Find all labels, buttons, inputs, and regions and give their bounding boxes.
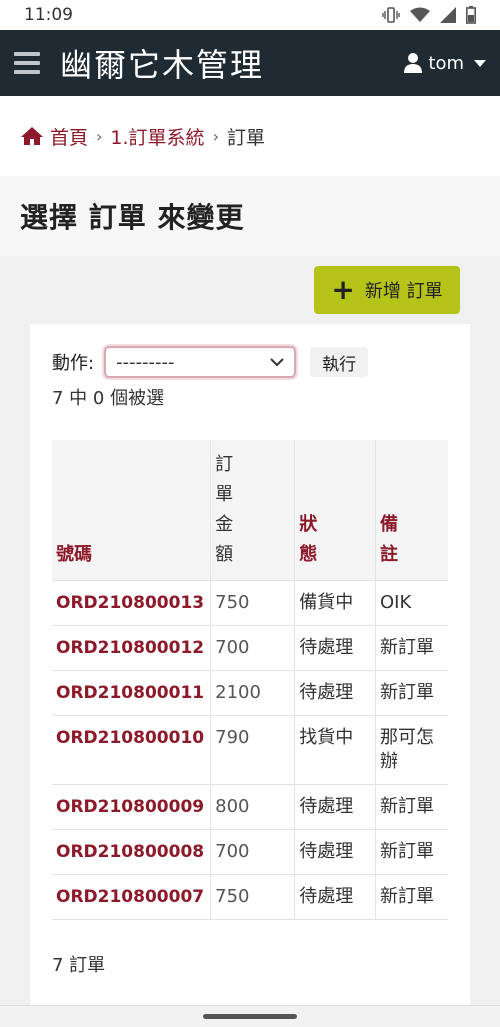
breadcrumb-home[interactable]: 首頁	[50, 123, 88, 150]
order-id-link[interactable]: ORD210800010	[52, 715, 211, 785]
order-note: 新訂單	[374, 625, 448, 671]
order-amount: 750	[210, 874, 295, 920]
order-id-link[interactable]: ORD210800012	[52, 625, 211, 671]
order-amount: 800	[210, 784, 295, 830]
table-row: ORD210800010 790 找貨中 那可怎 辦	[52, 715, 448, 785]
order-amount: 750	[210, 580, 295, 626]
table-row: ORD210800013 750 備貨中 OIK	[52, 580, 448, 626]
column-header-number[interactable]: 號碼	[52, 440, 211, 581]
order-note: 那可怎 辦	[374, 715, 448, 785]
order-status: 待處理	[294, 670, 376, 716]
table-row: ORD210800008 700 待處理 新訂單	[52, 829, 448, 875]
order-status: 待處理	[294, 829, 376, 875]
content-area: + 新增 訂單 動作: --------- 執行 7 中 0 個被選 號碼 訂 …	[0, 256, 500, 1024]
order-note: 新訂單	[374, 874, 448, 920]
order-id-link[interactable]: ORD210800008	[52, 829, 211, 875]
home-icon[interactable]	[20, 126, 44, 146]
table-row: ORD210800011 2100 待處理 新訂單	[52, 670, 448, 716]
run-action-button[interactable]: 執行	[310, 347, 369, 377]
column-header-amount: 訂 單 金 額	[210, 440, 295, 581]
chevron-down-icon	[474, 59, 486, 67]
order-note: 新訂單	[374, 784, 448, 830]
table-row: ORD210800012 700 待處理 新訂單	[52, 625, 448, 671]
order-note: OIK	[374, 580, 448, 626]
wifi-icon	[410, 7, 430, 22]
home-gesture-handle[interactable]	[203, 1014, 297, 1019]
table-header-row: 號碼 訂 單 金 額 狀 態 備 註	[52, 440, 448, 581]
order-note: 新訂單	[374, 670, 448, 716]
breadcrumb: 首頁 › 1.訂單系統 › 訂單	[0, 96, 500, 176]
order-amount: 2100	[210, 670, 295, 716]
order-status: 備貨中	[294, 580, 376, 626]
order-status: 待處理	[294, 874, 376, 920]
selection-counter: 7 中 0 個被選	[52, 388, 165, 409]
order-id-link[interactable]: ORD210800007	[52, 874, 211, 920]
action-select[interactable]: ---------	[104, 346, 297, 378]
breadcrumb-separator: ›	[212, 126, 219, 146]
user-icon	[404, 53, 423, 73]
page-title: 選擇 訂單 來變更	[20, 201, 245, 234]
breadcrumb-separator: ›	[96, 126, 103, 146]
add-order-label: 新增 訂單	[364, 281, 443, 302]
column-header-status[interactable]: 狀 態	[294, 440, 376, 581]
signal-icon	[440, 7, 456, 23]
app-title[interactable]: 幽爾它木管理	[60, 40, 404, 86]
changelist-panel: 動作: --------- 執行 7 中 0 個被選 號碼 訂 單 金 額 狀 …	[30, 324, 470, 1024]
table-row: ORD210800009 800 待處理 新訂單	[52, 784, 448, 830]
order-amount: 790	[210, 715, 295, 785]
battery-icon	[466, 6, 476, 24]
add-order-button[interactable]: + 新增 訂單	[314, 266, 460, 314]
username: tom	[428, 52, 464, 74]
action-label: 動作:	[52, 353, 95, 374]
user-menu[interactable]: tom	[404, 53, 486, 74]
column-header-note[interactable]: 備 註	[374, 440, 448, 581]
result-count: 7 訂單	[52, 955, 106, 976]
gesture-bar	[0, 1005, 500, 1027]
status-bar: 11:09	[0, 0, 500, 30]
breadcrumb-current: 訂單	[226, 126, 265, 149]
actions-bar: 動作: --------- 執行	[52, 346, 369, 378]
action-select-value: ---------	[116, 351, 175, 373]
orders-table: 號碼 訂 單 金 額 狀 態 備 註 ORD210800013 750 備貨中 OIK…	[52, 440, 448, 920]
order-note: 新訂單	[374, 829, 448, 875]
chevron-down-icon	[270, 358, 284, 367]
breadcrumb-section[interactable]: 1.訂單系統	[110, 123, 204, 150]
order-id-link[interactable]: ORD210800011	[52, 670, 211, 716]
order-status: 待處理	[294, 784, 376, 830]
order-id-link[interactable]: ORD210800009	[52, 784, 211, 830]
plus-icon: +	[331, 273, 355, 306]
table-row: ORD210800007 750 待處理 新訂單	[52, 874, 448, 920]
order-status: 找貨中	[294, 715, 376, 785]
vibrate-icon	[382, 7, 400, 23]
app-bar: 幽爾它木管理 tom	[0, 30, 500, 96]
page-header: 選擇 訂單 來變更	[0, 176, 500, 256]
order-amount: 700	[210, 829, 295, 875]
order-amount: 700	[210, 625, 295, 671]
clock: 11:09	[24, 5, 73, 25]
status-icons	[382, 6, 476, 24]
order-id-link[interactable]: ORD210800013	[52, 580, 211, 626]
menu-icon[interactable]	[14, 52, 40, 74]
order-status: 待處理	[294, 625, 376, 671]
